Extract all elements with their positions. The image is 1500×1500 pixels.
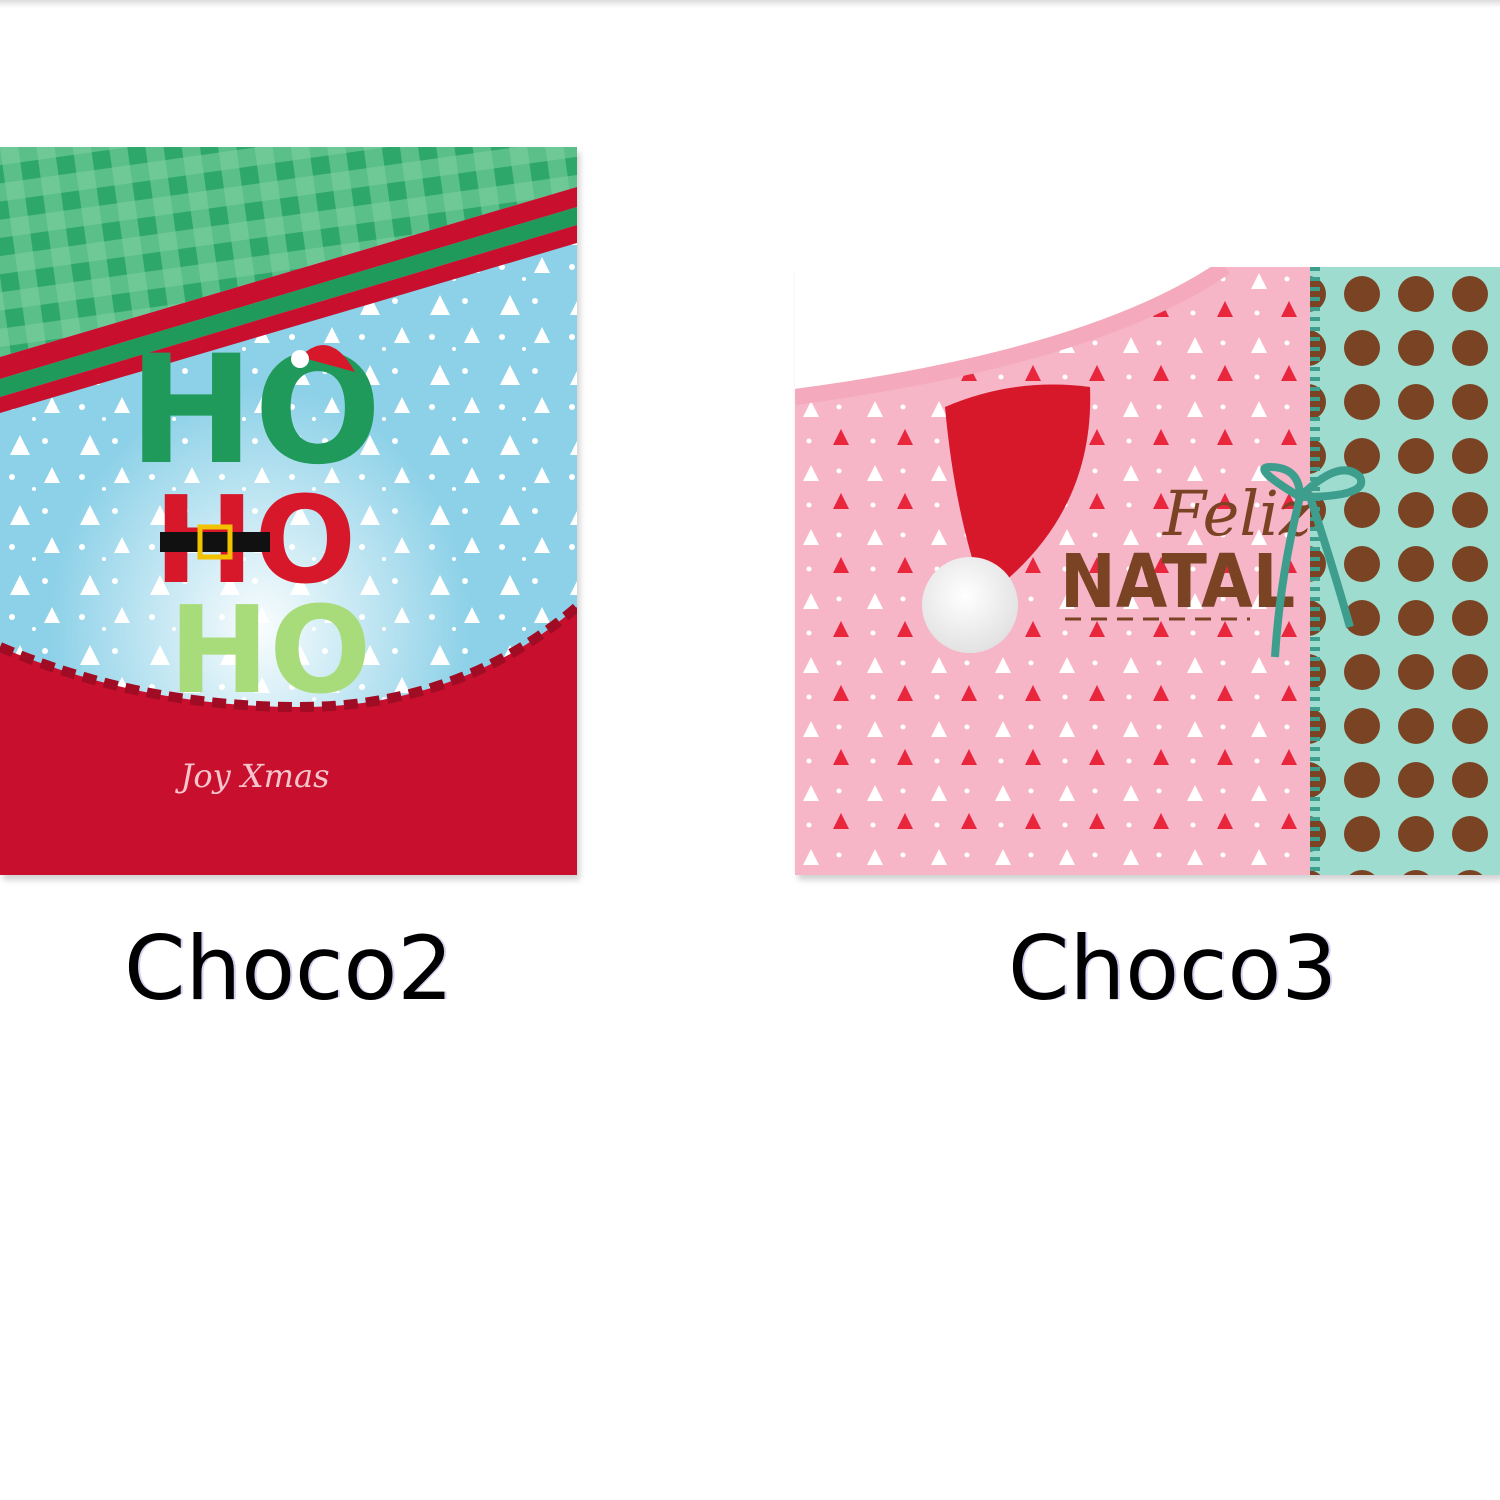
svg-text:HO: HO xyxy=(169,582,371,721)
christmas-feliz-natal-image-icon: Feliz NATAL xyxy=(795,267,1500,875)
file-name-label: Choco3 xyxy=(1008,917,1338,1020)
christmas-ho-ho-ho-image-icon: HO HO HO Joy Xmas xyxy=(0,147,577,875)
file-item-choco3[interactable]: Feliz NATAL Choco3 xyxy=(795,0,1500,1040)
svg-text:Joy Xmas: Joy Xmas xyxy=(175,757,330,795)
svg-text:NATAL: NATAL xyxy=(1060,539,1295,625)
file-item-choco2[interactable]: HO HO HO Joy Xmas Choco2 xyxy=(0,0,600,1040)
file-name-label: Choco2 xyxy=(124,917,454,1020)
